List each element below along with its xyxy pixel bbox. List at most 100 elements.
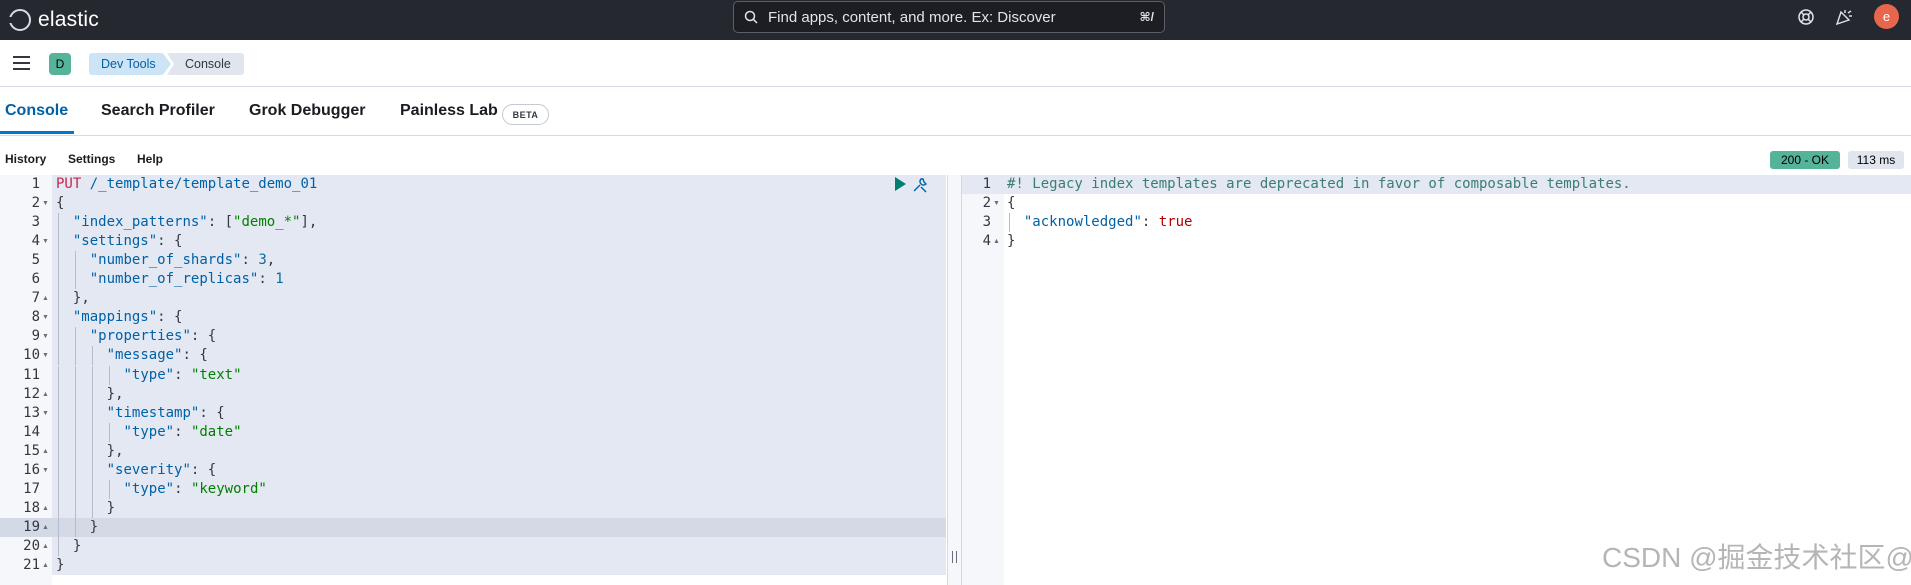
request-code-line: { [56, 195, 65, 212]
request-code-line: "properties": { [89, 328, 217, 345]
resize-grip-icon [952, 551, 957, 563]
dev-tools-tabs: Console Search Profiler Grok Debugger Pa… [0, 88, 1911, 136]
fold-arrow-icon[interactable]: ▲ [42, 289, 49, 308]
response-line-number: 2 [982, 195, 991, 212]
request-line-number: 20 [23, 537, 40, 554]
fold-arrow-icon[interactable]: ▲ [42, 499, 49, 518]
response-code-line: { [1007, 195, 1016, 212]
fold-arrow-icon[interactable]: ▲ [42, 442, 49, 461]
watermark: CSDN @掘金技术社区@Andyat [1602, 542, 1911, 573]
history-link[interactable]: History [5, 152, 46, 166]
fold-arrow-icon[interactable]: ▲ [42, 518, 49, 537]
wrench-icon[interactable] [911, 176, 929, 194]
tab-painless-lab[interactable]: Painless Lab [400, 102, 498, 120]
fold-arrow-icon[interactable]: ▼ [42, 404, 49, 423]
request-code-line: "type": "keyword" [123, 480, 267, 497]
tab-console[interactable]: Console [5, 102, 68, 120]
request-line-number: 8 [31, 309, 40, 326]
search-icon [744, 10, 758, 24]
request-line-number: 17 [23, 480, 40, 497]
active-tab-indicator [0, 131, 74, 134]
menu-icon[interactable] [13, 56, 30, 70]
request-code-line: "number_of_shards": 3, [89, 252, 276, 269]
fold-arrow-icon[interactable]: ▲ [42, 556, 49, 575]
fold-arrow-icon[interactable]: ▲ [42, 537, 49, 556]
request-line-number: 4 [31, 233, 40, 250]
fold-arrow-icon[interactable]: ▼ [42, 194, 49, 213]
request-code-line: PUT /_template/template_demo_01 [56, 176, 318, 192]
space-avatar[interactable]: D [49, 53, 71, 75]
response-status-badge: 200 - OK [1770, 151, 1840, 169]
beta-badge: BETA [502, 104, 549, 125]
user-avatar[interactable]: e [1874, 4, 1899, 29]
request-line-number: 6 [31, 271, 40, 288]
request-code-line: "message": { [106, 347, 208, 364]
fold-arrow-icon[interactable]: ▼ [993, 194, 1000, 213]
request-code-line: } [89, 518, 99, 535]
logo-text: elastic [38, 8, 99, 31]
response-line-number: 1 [982, 176, 991, 192]
fold-arrow-icon[interactable]: ▲ [993, 232, 1000, 251]
request-line-number: 13 [23, 404, 40, 421]
request-line-number: 19 [23, 518, 40, 535]
request-editor[interactable]: 1 PUT /_template/template_demo_01 2 ▼{3 "in… [0, 175, 946, 585]
fold-arrow-icon[interactable]: ▼ [42, 461, 49, 480]
fold-arrow-icon[interactable]: ▼ [42, 327, 49, 346]
request-code-line: "timestamp": { [106, 404, 225, 421]
elastic-logo-icon [7, 9, 31, 31]
request-code-line: "index_patterns": ["demo_*"], [72, 214, 318, 231]
request-line-number: 1 [31, 176, 40, 192]
request-code-line: }, [106, 385, 124, 402]
fold-arrow-icon[interactable]: ▼ [42, 232, 49, 251]
request-code-line: }, [72, 290, 90, 307]
request-line-number: 21 [23, 557, 40, 573]
request-line-number: 12 [23, 385, 40, 402]
search-shortcut: ⌘/ [1139, 10, 1154, 24]
breadcrumb-dev-tools[interactable]: Dev Tools [89, 53, 171, 75]
editor-resize-handle[interactable] [947, 175, 962, 585]
help-link[interactable]: Help [137, 152, 163, 166]
request-code-line: "type": "text" [123, 366, 242, 383]
request-line-number: 3 [31, 214, 40, 231]
breadcrumb-console: Console [167, 53, 244, 75]
request-code-line: "severity": { [106, 461, 217, 478]
request-line-number: 18 [23, 499, 40, 516]
response-line-number: 3 [982, 214, 991, 231]
request-line-number: 7 [31, 290, 40, 307]
response-time-badge: 113 ms [1848, 151, 1904, 169]
page-header: D Dev Tools Console [0, 40, 1911, 87]
response-code-line: } [1007, 233, 1016, 250]
tab-grok-debugger[interactable]: Grok Debugger [249, 102, 365, 120]
response-code-line: "acknowledged": true [1023, 214, 1193, 231]
request-code-line: "settings": { [72, 233, 183, 250]
response-line-number: 4 [982, 233, 991, 250]
request-line-number: 9 [31, 328, 40, 345]
request-line-number: 10 [23, 347, 40, 364]
search-placeholder: Find apps, content, and more. Ex: Discov… [768, 8, 1056, 26]
global-search-input[interactable]: Find apps, content, and more. Ex: Discov… [733, 1, 1165, 33]
request-line-number: 5 [31, 252, 40, 269]
fold-arrow-icon[interactable]: ▼ [42, 308, 49, 327]
request-code-line: } [72, 537, 82, 554]
news-feed-icon[interactable] [1833, 6, 1855, 28]
request-code-line: "number_of_replicas": 1 [89, 271, 284, 288]
active-line-highlight [0, 518, 946, 537]
request-line-number: 2 [31, 195, 40, 212]
fold-arrow-icon[interactable]: ▼ [42, 346, 49, 365]
fold-arrow-icon[interactable]: ▲ [42, 385, 49, 404]
run-request-icon[interactable] [893, 176, 907, 192]
tab-search-profiler[interactable]: Search Profiler [101, 102, 215, 120]
settings-link[interactable]: Settings [68, 152, 115, 166]
request-line-number: 15 [23, 442, 40, 459]
help-icon[interactable] [1795, 6, 1817, 28]
response-code-line: #! Legacy index templates are deprecated… [1007, 176, 1631, 192]
request-line-number: 11 [23, 366, 40, 383]
top-navigation-bar: elastic Find apps, content, and more. Ex… [0, 0, 1911, 40]
elastic-logo[interactable]: elastic [7, 6, 99, 34]
request-line-number: 16 [23, 461, 40, 478]
request-code-line: "type": "date" [123, 423, 242, 440]
request-code-line: } [56, 557, 65, 573]
request-code-line: "mappings": { [72, 309, 183, 326]
request-code-line: } [106, 499, 116, 516]
request-line-number: 14 [23, 423, 40, 440]
